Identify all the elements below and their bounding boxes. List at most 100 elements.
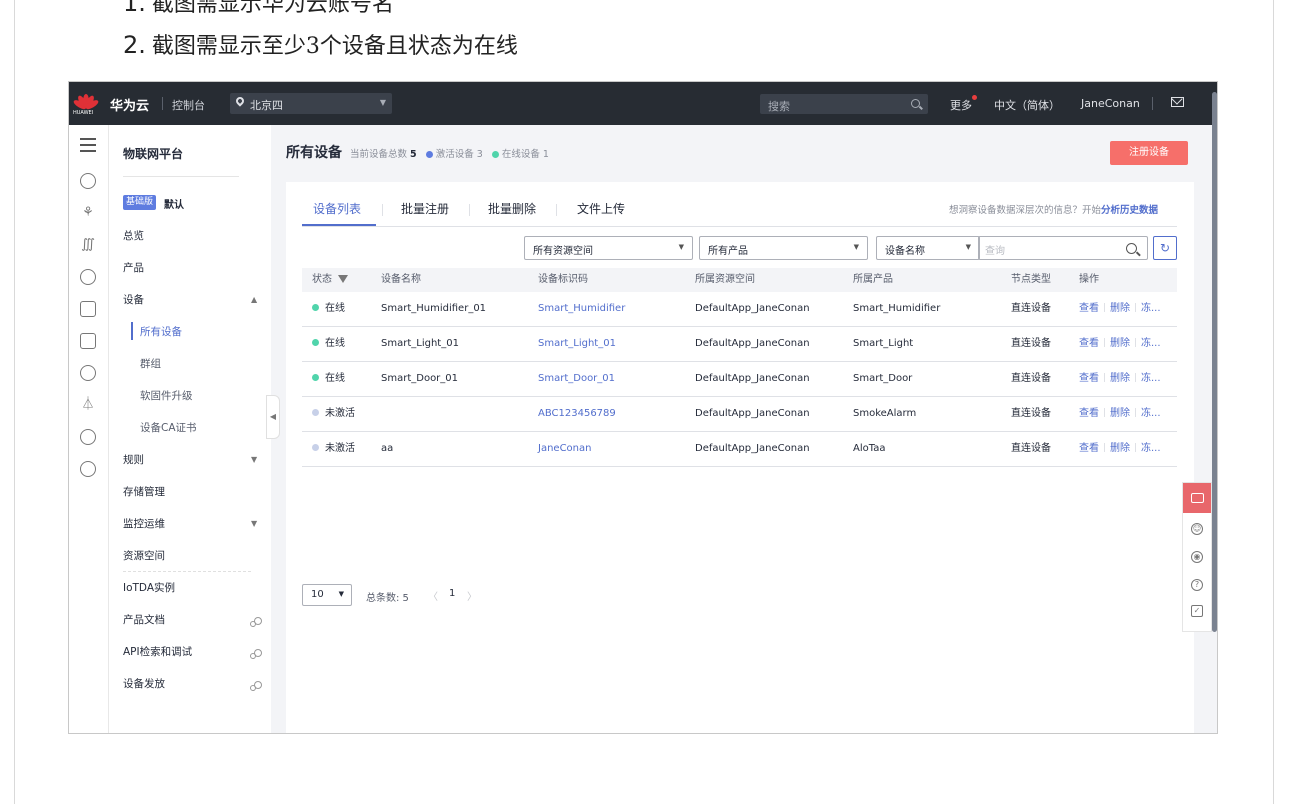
storage-icon[interactable] <box>80 333 96 349</box>
device-summary: 当前设备总数 5 激活设备 3 在线设备 1 <box>350 149 549 160</box>
delete-link[interactable]: 删除 <box>1110 373 1130 384</box>
freeze-link[interactable]: 冻... <box>1141 373 1161 384</box>
freeze-link[interactable]: 冻... <box>1141 408 1161 419</box>
page-size-select[interactable]: 10 ▼ <box>302 584 352 606</box>
sidebar-item-device-ca[interactable]: 设备CA证书 <box>140 420 197 435</box>
deploy-icon[interactable]: ⏃ <box>80 397 96 413</box>
prev-page-icon[interactable]: 〈 <box>428 588 438 603</box>
device-name-cell: Smart_Light_01 <box>381 338 459 349</box>
product-select[interactable]: 所有产品 ▼ <box>699 236 868 260</box>
page-title: 所有设备 <box>286 145 342 161</box>
sidebar-item-resource-space[interactable]: 资源空间 <box>123 548 165 563</box>
device-id-link[interactable]: JaneConan <box>538 432 591 466</box>
cluster-icon[interactable]: ⚘ <box>80 205 96 221</box>
eye-icon[interactable]: ◉ <box>1191 551 1203 563</box>
tab-batch-delete[interactable]: 批量删除 <box>488 200 536 217</box>
view-link[interactable]: 查看 <box>1079 373 1099 384</box>
external-link-icon <box>250 681 262 691</box>
server-icon[interactable] <box>80 301 96 317</box>
tab-file-upload[interactable]: 文件上传 <box>577 200 625 217</box>
chevron-down-icon: ▼ <box>338 590 344 598</box>
search-icon[interactable] <box>911 99 920 108</box>
account-name[interactable]: JaneConan <box>1081 97 1140 110</box>
monitor-icon[interactable]: ∭ <box>80 237 96 253</box>
sidebar-item-products[interactable]: 产品 <box>123 260 144 275</box>
chevron-down-icon[interactable]: ▼ <box>251 519 257 528</box>
view-link[interactable]: 查看 <box>1079 303 1099 314</box>
more-menu[interactable]: 更多 <box>950 95 977 113</box>
hamburger-menu-icon[interactable] <box>80 137 96 153</box>
device-id-link[interactable]: Smart_Light_01 <box>538 327 616 361</box>
search-field-select[interactable]: 设备名称 ▼ <box>876 236 980 260</box>
product-cell: AloTaa <box>853 443 886 454</box>
globe-icon[interactable] <box>80 429 96 445</box>
chevron-down-icon[interactable]: ▼ <box>251 455 257 464</box>
feedback-icon[interactable]: ✓ <box>1191 605 1203 617</box>
sidebar-item-devices[interactable]: 设备 <box>123 292 144 307</box>
sidebar-item-overview[interactable]: 总览 <box>123 228 144 243</box>
chevron-down-icon: ▼ <box>853 243 859 251</box>
freeze-link[interactable]: 冻... <box>1141 303 1161 314</box>
sidebar-item-groups[interactable]: 群组 <box>140 356 161 371</box>
sidebar-item-device-provisioning[interactable]: 设备发放 <box>123 676 165 691</box>
tab-device-list[interactable]: 设备列表 <box>313 200 361 217</box>
chevron-down-icon: ▼ <box>379 98 386 107</box>
huawei-logo[interactable]: HUAWEI <box>72 90 100 118</box>
sidebar-item-rules[interactable]: 规则 <box>123 452 144 467</box>
sidebar-item-product-docs[interactable]: 产品文档 <box>123 612 165 627</box>
search-icon[interactable] <box>1126 243 1137 254</box>
view-link[interactable]: 查看 <box>1079 338 1099 349</box>
device-id-link[interactable]: Smart_Door_01 <box>538 362 615 396</box>
console-link[interactable]: 控制台 <box>172 97 205 113</box>
next-page-icon[interactable]: 〉 <box>467 588 477 603</box>
device-search-input[interactable]: 查询 <box>978 236 1148 260</box>
device-id-link[interactable]: ABC123456789 <box>538 397 616 431</box>
sidebar-item-firmware-upgrade[interactable]: 软固件升级 <box>140 388 193 403</box>
delete-link[interactable]: 删除 <box>1110 443 1130 454</box>
freeze-link[interactable]: 冻... <box>1141 443 1161 454</box>
view-link[interactable]: 查看 <box>1079 443 1099 454</box>
delete-link[interactable]: 删除 <box>1110 338 1130 349</box>
device-name-cell: Smart_Humidifier_01 <box>381 303 487 314</box>
current-page[interactable]: 1 <box>449 588 455 599</box>
network-icon[interactable] <box>80 365 96 381</box>
cloud-icon[interactable] <box>80 269 96 285</box>
delete-link[interactable]: 删除 <box>1110 408 1130 419</box>
view-link[interactable]: 查看 <box>1079 408 1099 419</box>
global-search-input[interactable]: 搜索 <box>760 94 928 114</box>
sidebar-item-storage[interactable]: 存储管理 <box>123 484 165 499</box>
refresh-button[interactable]: ↻ <box>1153 236 1177 260</box>
freeze-link[interactable]: 冻... <box>1141 338 1161 349</box>
brand-name[interactable]: 华为云 <box>110 95 149 114</box>
resource-space-cell: DefaultApp_JaneConan <box>695 443 810 454</box>
tab-batch-register[interactable]: 批量注册 <box>401 200 449 217</box>
resource-space-select[interactable]: 所有资源空间 ▼ <box>524 236 693 260</box>
analytics-link[interactable]: 分析历史数据 <box>1101 205 1158 216</box>
table-header: 状态 设备名称 设备标识码 所属资源空间 所属产品 节点类型 操作 <box>302 268 1177 292</box>
analytics-hint: 想洞察设备数据深层次的信息？开始分析历史数据 <box>949 205 1159 216</box>
service-p-icon[interactable] <box>80 461 96 477</box>
register-device-button[interactable]: 注册设备 <box>1110 141 1188 165</box>
region-selector[interactable]: 北京四 ▼ <box>230 93 392 114</box>
sidebar-item-all-devices[interactable]: 所有设备 <box>140 324 182 339</box>
sidebar-item-iotda-instance[interactable]: IoTDA实例 <box>123 580 175 595</box>
scrollbar[interactable] <box>1212 92 1217 632</box>
external-link-icon <box>250 649 262 659</box>
edition-badge[interactable]: 基础版 <box>123 195 157 210</box>
sidebar-item-monitoring[interactable]: 监控运维 <box>123 516 165 531</box>
language-selector[interactable]: 中文（简体） <box>994 97 1060 113</box>
chevron-up-icon[interactable]: ▲ <box>251 295 257 304</box>
cloud-service-icon[interactable] <box>80 173 96 189</box>
help-icon[interactable]: ? <box>1191 579 1203 591</box>
filter-icon[interactable] <box>338 275 348 283</box>
sidebar-collapse-toggle[interactable]: ◀ <box>266 395 280 439</box>
device-id-link[interactable]: Smart_Humidifier <box>538 292 625 326</box>
smile-icon[interactable]: ☺ <box>1191 523 1203 535</box>
mail-icon[interactable] <box>1171 97 1184 107</box>
chat-icon[interactable] <box>1183 483 1211 513</box>
sidebar-item-api-explorer[interactable]: API检索和调试 <box>123 644 192 659</box>
delete-link[interactable]: 删除 <box>1110 303 1130 314</box>
table-row: 在线 Smart_Humidifier_01 Smart_Humidifier Def… <box>302 292 1177 327</box>
column-status[interactable]: 状态 <box>312 268 348 292</box>
product-cell: Smart_Humidifier <box>853 303 941 314</box>
